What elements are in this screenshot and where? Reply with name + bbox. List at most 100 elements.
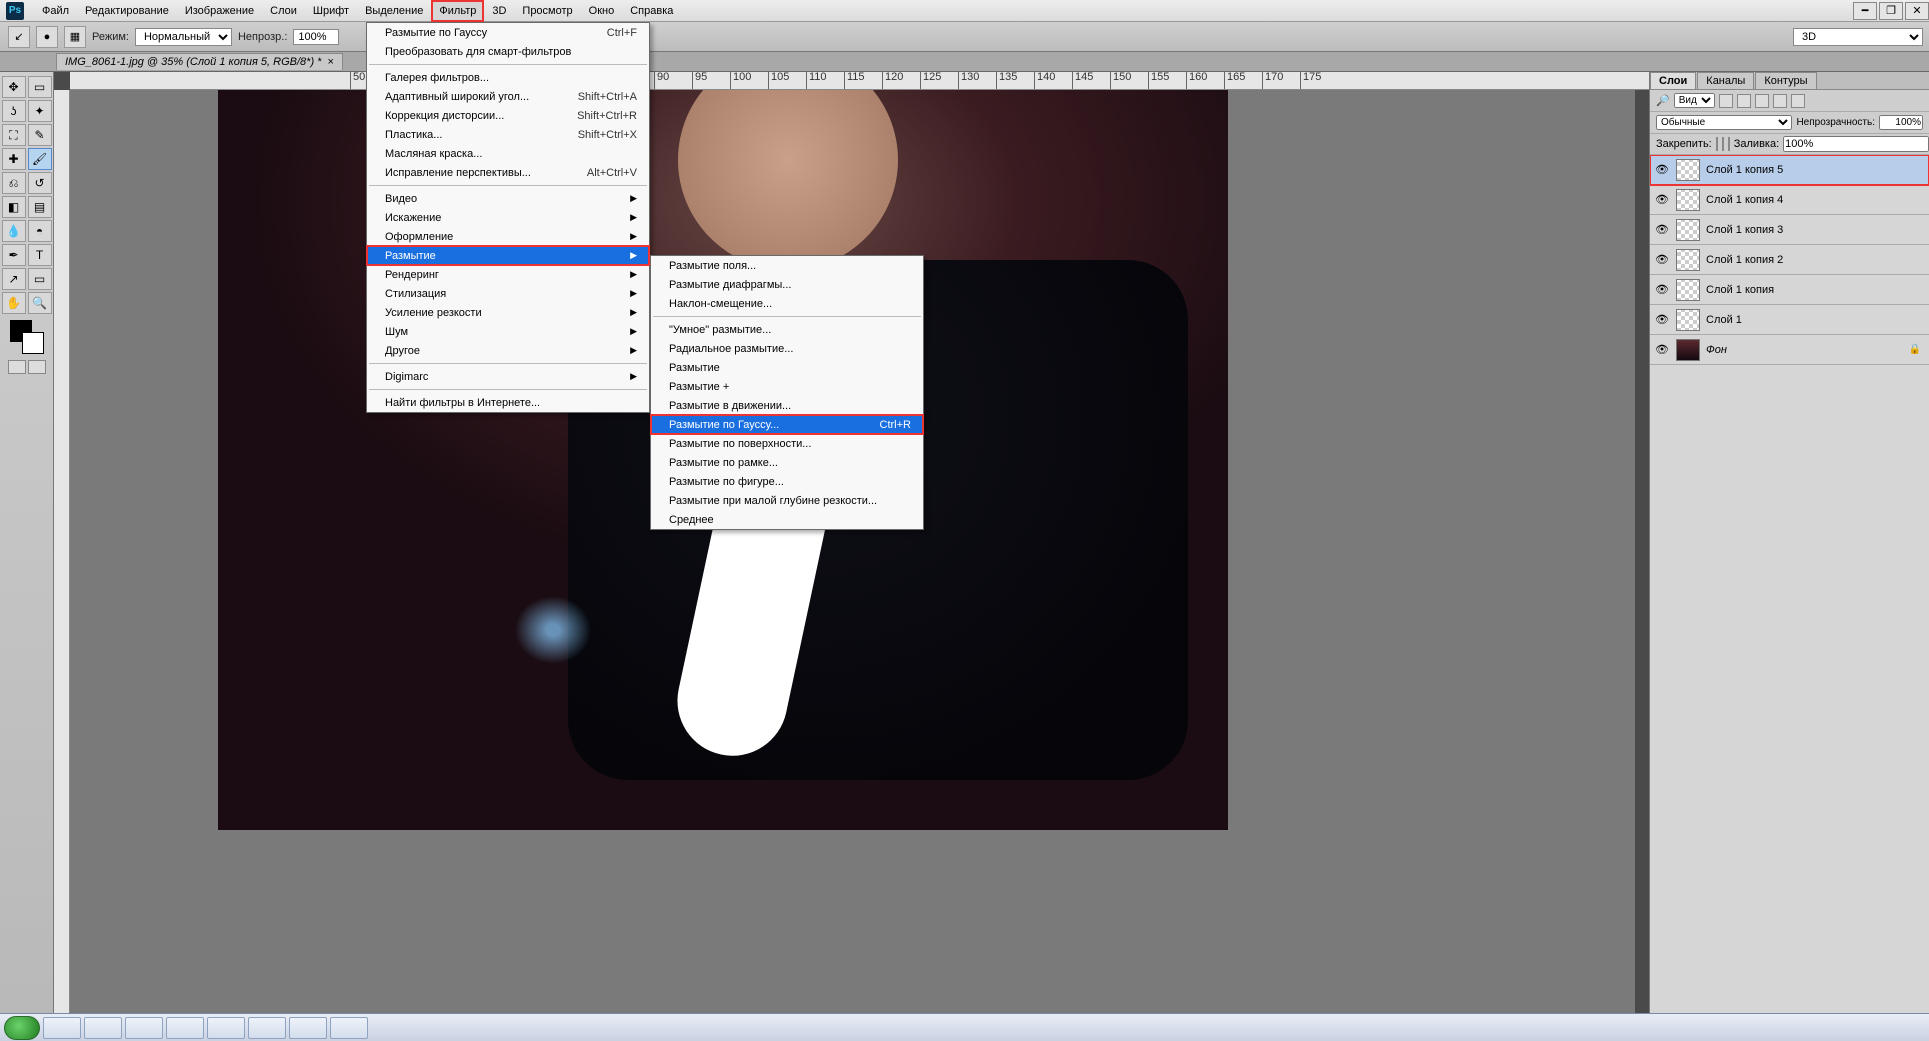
filter-shape-icon[interactable] [1773, 94, 1787, 108]
layer-thumbnail[interactable] [1676, 279, 1700, 301]
menu-3d[interactable]: 3D [484, 0, 514, 22]
window-maximize[interactable]: ❐ [1879, 2, 1903, 20]
stamp-tool-icon[interactable]: ⎌ [2, 172, 26, 194]
visibility-icon[interactable]: 👁 [1654, 163, 1670, 176]
lock-all-icon[interactable] [1728, 137, 1730, 151]
brush-tool-icon[interactable]: 🖌 [28, 148, 52, 170]
dodge-tool-icon[interactable]: ◓ [28, 220, 52, 242]
filter-menu-item[interactable]: Искажение▶ [367, 208, 649, 227]
filter-menu-item[interactable]: Видео▶ [367, 189, 649, 208]
canvas[interactable] [70, 90, 1635, 1023]
filter-menu-item[interactable]: Исправление перспективы...Alt+Ctrl+V [367, 163, 649, 182]
lasso-tool-icon[interactable]: ʖ [2, 100, 26, 122]
filter-type-icon[interactable] [1755, 94, 1769, 108]
layer-name[interactable]: Слой 1 копия 4 [1706, 194, 1783, 206]
blend-mode-select[interactable]: Обычные [1656, 115, 1792, 130]
taskbar-app-8[interactable] [330, 1017, 368, 1039]
visibility-icon[interactable]: 👁 [1654, 283, 1670, 296]
layer-name[interactable]: Фон [1706, 344, 1727, 356]
visibility-icon[interactable]: 👁 [1654, 313, 1670, 326]
background-swatch[interactable] [22, 332, 44, 354]
menu-layer[interactable]: Слои [262, 0, 305, 22]
taskbar-app-3[interactable] [125, 1017, 163, 1039]
layer-filter-select[interactable]: Вид [1674, 93, 1715, 108]
path-tool-icon[interactable]: ↗ [2, 268, 26, 290]
filter-menu-item[interactable]: Рендеринг▶ [367, 265, 649, 284]
blur-menu-item[interactable]: Размытие диафрагмы... [651, 275, 923, 294]
blur-menu-item[interactable]: Размытие [651, 358, 923, 377]
visibility-icon[interactable]: 👁 [1654, 253, 1670, 266]
screenmode-icon[interactable] [8, 360, 26, 374]
eraser-tool-icon[interactable]: ◧ [2, 196, 26, 218]
filter-menu-item[interactable]: Digimarc▶ [367, 367, 649, 386]
layer-opacity-input[interactable] [1879, 115, 1923, 130]
move-tool-icon[interactable]: ✥ [2, 76, 26, 98]
taskbar-app-4[interactable] [166, 1017, 204, 1039]
lock-position-icon[interactable] [1722, 137, 1724, 151]
tab-layers[interactable]: Слои [1650, 72, 1696, 89]
filter-menu-item[interactable]: Стилизация▶ [367, 284, 649, 303]
tab-paths[interactable]: Контуры [1755, 72, 1816, 89]
layer-row[interactable]: 👁 Слой 1 копия 4 [1650, 185, 1929, 215]
blur-menu-item[interactable]: Наклон-смещение... [651, 294, 923, 313]
layer-row[interactable]: 👁Слой 1 копия 2 [1650, 245, 1929, 275]
eyedropper-tool-icon[interactable]: ✎ [28, 124, 52, 146]
color-swatches[interactable] [10, 320, 44, 354]
gradient-tool-icon[interactable]: ▤ [28, 196, 52, 218]
layer-thumbnail[interactable] [1676, 159, 1700, 181]
layer-thumbnail[interactable] [1676, 189, 1700, 211]
filter-menu-item[interactable]: Размытие по ГауссуCtrl+F [367, 23, 649, 42]
layer-row[interactable]: 👁 Слой 1 копия 3 [1650, 215, 1929, 245]
marquee-tool-icon[interactable]: ▭ [28, 76, 52, 98]
blur-menu-item[interactable]: Размытие по поверхности... [651, 434, 923, 453]
document-tab[interactable]: IMG_8061-1.jpg @ 35% (Слой 1 копия 5, RG… [56, 53, 343, 70]
filter-smart-icon[interactable] [1791, 94, 1805, 108]
layer-thumbnail[interactable] [1676, 309, 1700, 331]
history-brush-icon[interactable]: ↺ [28, 172, 52, 194]
layer-row[interactable]: 👁Слой 1 [1650, 305, 1929, 335]
filter-menu-item[interactable]: Коррекция дисторсии...Shift+Ctrl+R [367, 106, 649, 125]
taskbar-app-7[interactable] [289, 1017, 327, 1039]
visibility-icon[interactable]: 👁 [1654, 343, 1670, 356]
blur-menu-item[interactable]: Размытие при малой глубине резкости... [651, 491, 923, 510]
taskbar-app-1[interactable] [43, 1017, 81, 1039]
visibility-icon[interactable]: 👁 [1654, 223, 1670, 236]
filter-menu-item[interactable]: Адаптивный широкий угол...Shift+Ctrl+A [367, 87, 649, 106]
layer-thumbnail[interactable] [1676, 219, 1700, 241]
visibility-icon[interactable]: 👁 [1654, 193, 1670, 206]
menu-select[interactable]: Выделение [357, 0, 431, 22]
lock-pixels-icon[interactable] [1716, 137, 1718, 151]
start-button[interactable] [4, 1016, 40, 1040]
window-close[interactable]: ✕ [1905, 2, 1929, 20]
layer-name[interactable]: Слой 1 копия 5 [1706, 164, 1783, 176]
menu-window[interactable]: Окно [581, 0, 623, 22]
blur-menu-item[interactable]: Размытие по фигуре... [651, 472, 923, 491]
brush-panel-icon[interactable]: ▦ [64, 26, 86, 48]
filter-menu-item[interactable]: Найти фильтры в Интернете... [367, 393, 649, 412]
layer-row[interactable]: 👁Фон🔒 [1650, 335, 1929, 365]
blur-tool-icon[interactable]: 💧 [2, 220, 26, 242]
menu-view[interactable]: Просмотр [514, 0, 580, 22]
filter-menu-item[interactable]: Преобразовать для смарт-фильтров [367, 42, 649, 61]
menu-filter[interactable]: Фильтр [431, 0, 484, 22]
fill-input[interactable] [1783, 136, 1929, 152]
crop-tool-icon[interactable]: ⛶ [2, 124, 26, 146]
menu-file[interactable]: Файл [34, 0, 77, 22]
filter-menu-item[interactable]: Другое▶ [367, 341, 649, 360]
brush-preset-icon[interactable]: ● [36, 26, 58, 48]
blur-menu-item[interactable]: Размытие в движении... [651, 396, 923, 415]
filter-menu-item[interactable]: Галерея фильтров... [367, 68, 649, 87]
layer-name[interactable]: Слой 1 копия [1706, 284, 1774, 296]
window-minimize[interactable]: ━ [1853, 2, 1877, 20]
wand-tool-icon[interactable]: ✦ [28, 100, 52, 122]
workspace-select[interactable]: 3D [1793, 28, 1923, 46]
search-icon[interactable]: 🔎 [1656, 94, 1670, 107]
layer-row[interactable]: 👁 Слой 1 копия 5 [1650, 155, 1929, 185]
menu-edit[interactable]: Редактирование [77, 0, 177, 22]
menu-image[interactable]: Изображение [177, 0, 262, 22]
blur-menu-item[interactable]: Радиальное размытие... [651, 339, 923, 358]
filter-adjust-icon[interactable] [1737, 94, 1751, 108]
layer-name[interactable]: Слой 1 копия 3 [1706, 224, 1783, 236]
shape-tool-icon[interactable]: ▭ [28, 268, 52, 290]
hand-tool-icon[interactable]: ✋ [2, 292, 26, 314]
